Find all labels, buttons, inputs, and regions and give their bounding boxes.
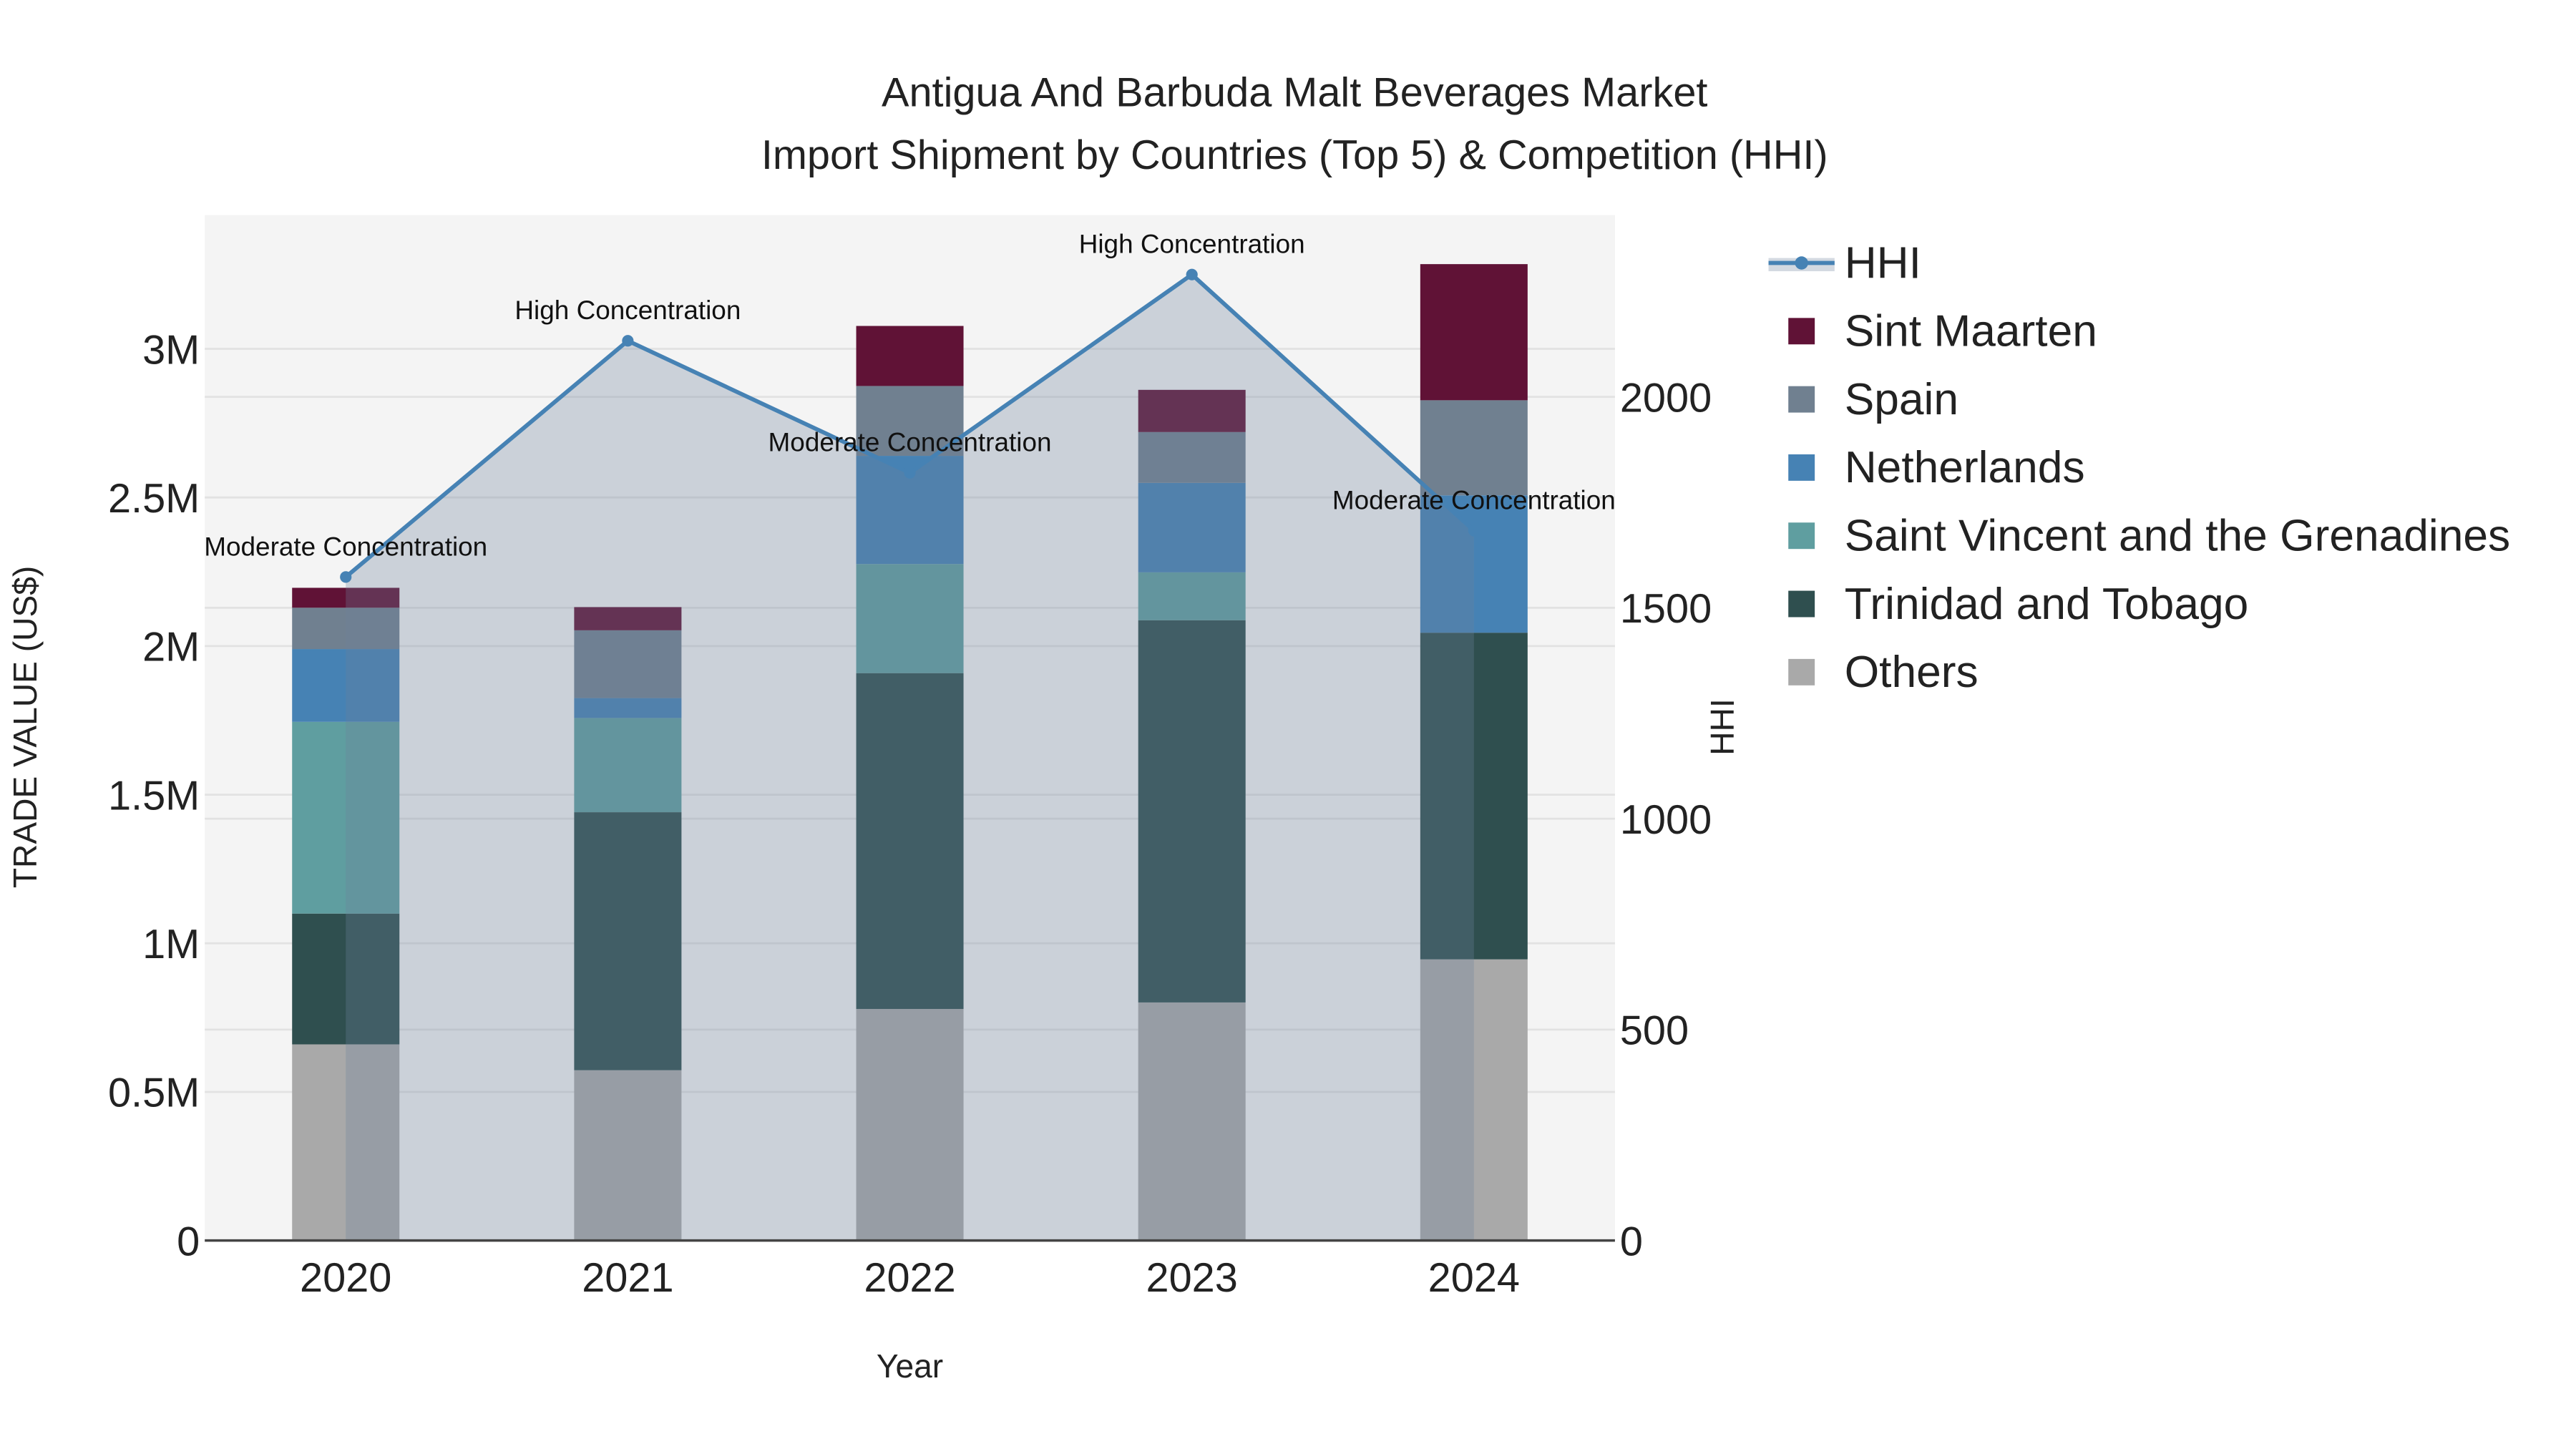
x-tick-label: 2020 (300, 1255, 391, 1301)
x-tick-label: 2022 (864, 1255, 955, 1301)
hhi-annotation-2023: High Concentration (1079, 230, 1305, 259)
legend-swatch (1788, 454, 1815, 481)
legend-item-trinidad-and-tobago[interactable]: Trinidad and Tobago (1788, 580, 2248, 629)
y-tick-label: 0.5M (108, 1070, 200, 1116)
hhi-point-2024[interactable] (1468, 525, 1480, 537)
x-axis-label: Year (877, 1347, 943, 1385)
x-tick-label: 2024 (1428, 1255, 1520, 1301)
y-axis-label: TRADE VALUE (US$) (6, 566, 44, 888)
legend-marker (1795, 256, 1808, 270)
bar-spain-2024[interactable] (1420, 400, 1528, 496)
legend-label: Sint Maarten (1845, 307, 2097, 356)
hhi-point-2020[interactable] (340, 571, 352, 583)
legend-label: Trinidad and Tobago (1845, 580, 2249, 629)
y-tick-label: 0 (177, 1219, 200, 1264)
legend-label: HHI (1845, 238, 1921, 288)
bar-sint-maarten-2024[interactable] (1420, 264, 1528, 401)
legend-label: Spain (1845, 375, 1958, 424)
chart-title-line2: Import Shipment by Countries (Top 5) & C… (761, 132, 1828, 178)
legend-label: Saint Vincent and the Grenadines (1845, 512, 2511, 561)
hhi-point-2021[interactable] (622, 335, 634, 347)
hhi-point-2022[interactable] (904, 467, 916, 479)
hhi-annotation-2021: High Concentration (514, 296, 741, 325)
y-tick-label: 3M (142, 327, 200, 373)
legend-swatch (1788, 386, 1815, 413)
y2-tick-label: 2000 (1620, 375, 1712, 421)
hhi-point-2023[interactable] (1186, 268, 1198, 280)
x-tick-label: 2021 (582, 1255, 673, 1301)
hhi-annotation-2024: Moderate Concentration (1332, 486, 1616, 515)
legend-swatch (1788, 658, 1815, 686)
chart-title-line1: Antigua And Barbuda Malt Beverages Marke… (882, 69, 1707, 115)
y-tick-label: 1M (142, 922, 200, 967)
x-tick-label: 2023 (1146, 1255, 1238, 1301)
chart: Moderate Concentration High Concentration… (0, 0, 2576, 1449)
y-tick-label: 2.5M (108, 476, 200, 522)
legend-label: Others (1845, 648, 1979, 697)
legend-swatch (1788, 590, 1815, 618)
y2-tick-label: 1500 (1620, 586, 1712, 632)
y2-tick-label: 500 (1620, 1008, 1689, 1054)
legend-label: Netherlands (1845, 443, 2085, 492)
y2-axis-label: HHI (1704, 698, 1741, 755)
hhi-annotation-2022: Moderate Concentration (769, 428, 1052, 457)
legend-item-saint-vincent-and-the-grenadines[interactable]: Saint Vincent and the Grenadines (1788, 512, 2510, 561)
y2-tick-label: 1000 (1620, 797, 1712, 843)
legend-swatch (1788, 318, 1815, 345)
y-tick-label: 2M (142, 625, 200, 670)
y2-tick-label: 0 (1620, 1219, 1643, 1264)
hhi-annotation-2020: Moderate Concentration (204, 532, 487, 561)
bar-sint-maarten-2022[interactable] (856, 326, 964, 386)
legend-swatch (1788, 522, 1815, 550)
y-tick-label: 1.5M (108, 773, 200, 819)
